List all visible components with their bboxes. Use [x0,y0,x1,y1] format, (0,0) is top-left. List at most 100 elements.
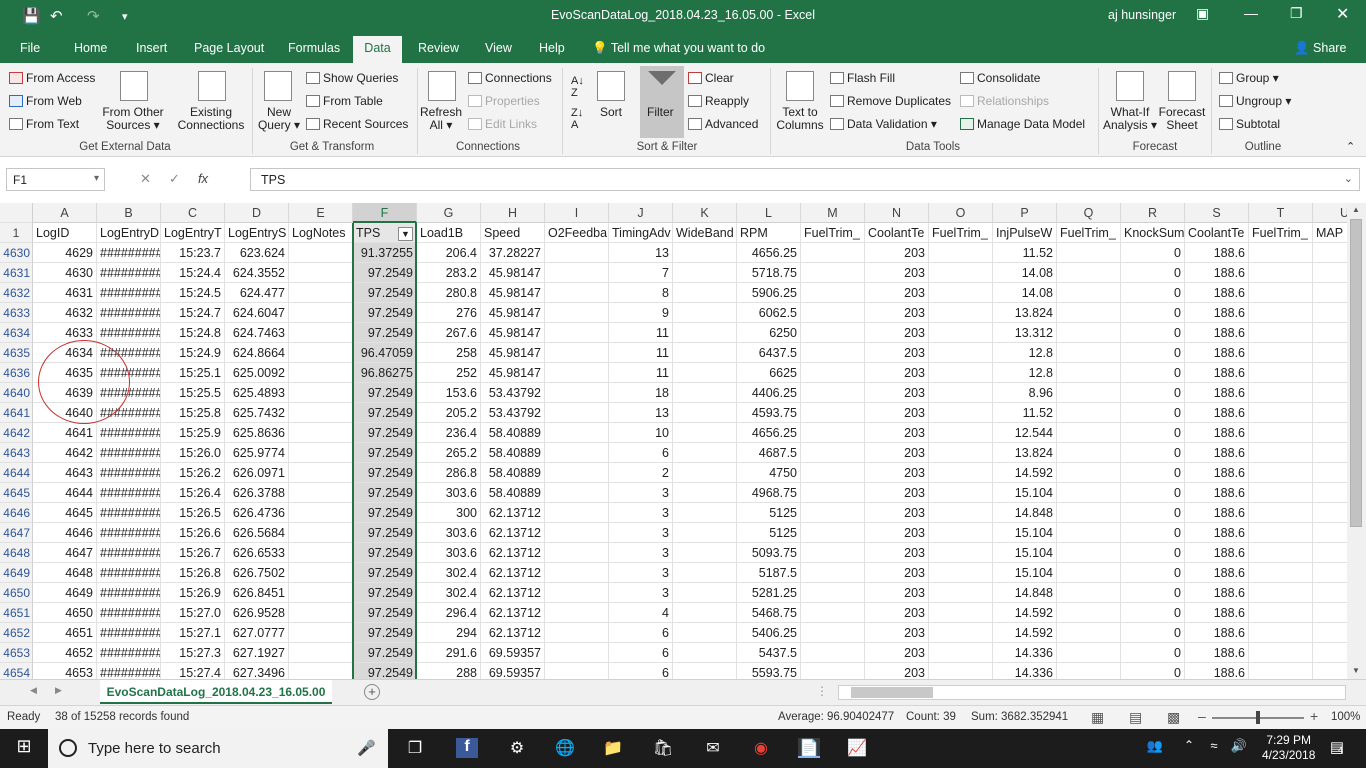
refresh-all-button[interactable]: Refresh All ▾ [420,106,462,132]
table-cell[interactable]: 45.98147 [481,263,545,283]
header-cell[interactable]: O2Feedba [545,223,609,243]
table-cell[interactable] [801,423,865,443]
header-cell[interactable]: FuelTrim_ [801,223,865,243]
filter-button[interactable]: Filter [640,66,684,138]
table-cell[interactable] [929,583,993,603]
table-cell[interactable] [545,643,609,663]
table-cell[interactable]: 5406.25 [737,623,801,643]
table-cell[interactable] [929,323,993,343]
column-header-p[interactable]: P [993,203,1057,223]
cancel-icon[interactable]: ✕ [140,171,151,186]
row-header[interactable]: 4643 [0,443,33,463]
table-cell[interactable] [1057,403,1121,423]
table-cell[interactable] [1057,483,1121,503]
table-cell[interactable]: 205.2 [417,403,481,423]
table-cell[interactable] [545,263,609,283]
edit-links-button[interactable]: Edit Links [468,118,537,131]
column-header-a[interactable]: A [33,203,97,223]
next-sheet-icon[interactable]: ▶ [55,685,62,696]
table-cell[interactable]: 626.6533 [225,543,289,563]
sheet-tab[interactable]: EvoScanDataLog_2018.04.23_16.05.00 [100,680,332,704]
table-cell[interactable] [801,383,865,403]
table-cell[interactable]: 14.592 [993,623,1057,643]
table-cell[interactable] [801,563,865,583]
table-cell[interactable]: 5906.25 [737,283,801,303]
table-cell[interactable]: ######### [97,383,161,403]
table-cell[interactable]: 4649 [33,583,97,603]
table-cell[interactable]: 188.6 [1185,603,1249,623]
tab-insert[interactable]: Insert [136,41,167,55]
table-cell[interactable]: 11 [609,363,673,383]
table-cell[interactable] [673,403,737,423]
table-cell[interactable]: 3 [609,483,673,503]
sort-button[interactable]: Sort [595,106,627,119]
taskbar-search[interactable]: Type here to search 🎤 [48,729,388,768]
table-cell[interactable] [289,643,353,663]
table-cell[interactable] [673,343,737,363]
table-cell[interactable]: 45.98147 [481,303,545,323]
table-cell[interactable] [1057,263,1121,283]
table-cell[interactable]: 5187.5 [737,563,801,583]
table-cell[interactable]: 4629 [33,243,97,263]
header-cell[interactable]: FuelTrim_ [1057,223,1121,243]
table-cell[interactable] [1313,263,1347,283]
table-cell[interactable] [289,383,353,403]
table-cell[interactable]: 15:24.4 [161,263,225,283]
table-cell[interactable] [1249,323,1313,343]
table-cell[interactable]: 4645 [33,503,97,523]
table-cell[interactable]: 13.824 [993,303,1057,323]
table-cell[interactable]: 188.6 [1185,523,1249,543]
table-cell[interactable]: 15:27.0 [161,603,225,623]
table-cell[interactable]: 267.6 [417,323,481,343]
table-cell[interactable] [929,303,993,323]
table-cell[interactable]: 4 [609,603,673,623]
table-cell[interactable]: 0 [1121,623,1185,643]
row-header[interactable]: 4642 [0,423,33,443]
table-cell[interactable]: 12.8 [993,343,1057,363]
table-cell[interactable]: 624.7463 [225,323,289,343]
table-cell[interactable]: 626.5684 [225,523,289,543]
table-cell[interactable]: ######### [97,423,161,443]
worksheet-grid[interactable]: ABCDEFGHIJKLMNOPQRSTU 1 LogID LogEntryD Log… [0,203,1347,679]
table-cell[interactable]: 97.2549 [353,503,417,523]
table-cell[interactable] [1057,323,1121,343]
column-header-b[interactable]: B [97,203,161,223]
column-header-c[interactable]: C [161,203,225,223]
normal-view-icon[interactable]: ▦ [1091,709,1104,726]
table-cell[interactable]: ######### [97,263,161,283]
table-cell[interactable]: 2 [609,463,673,483]
table-cell[interactable]: 15.104 [993,483,1057,503]
header-cell[interactable]: Speed [481,223,545,243]
table-cell[interactable]: 203 [865,243,929,263]
header-cell[interactable]: LogEntryT [161,223,225,243]
table-cell[interactable]: 97.2549 [353,523,417,543]
table-cell[interactable]: 4750 [737,463,801,483]
row-header[interactable]: 4631 [0,263,33,283]
table-cell[interactable] [1249,343,1313,363]
table-cell[interactable]: 14.08 [993,283,1057,303]
table-cell[interactable]: 58.40889 [481,443,545,463]
expand-formula-bar-icon[interactable]: ⌄ [1344,172,1353,185]
table-cell[interactable]: 203 [865,323,929,343]
page-break-view-icon[interactable]: ▩ [1167,709,1180,726]
table-cell[interactable] [1249,383,1313,403]
table-cell[interactable]: 188.6 [1185,283,1249,303]
table-cell[interactable] [545,383,609,403]
table-cell[interactable]: 0 [1121,503,1185,523]
table-cell[interactable]: 97.2549 [353,263,417,283]
table-cell[interactable]: 4642 [33,443,97,463]
table-cell[interactable] [1313,323,1347,343]
table-cell[interactable]: 6 [609,443,673,463]
row-header[interactable]: 4636 [0,363,33,383]
row-header[interactable]: 4654 [0,663,33,679]
row-header[interactable]: 4649 [0,563,33,583]
sum-status[interactable]: Sum: 3682.352941 [971,711,1068,723]
table-cell[interactable] [801,543,865,563]
table-cell[interactable] [1057,523,1121,543]
table-cell[interactable] [289,463,353,483]
row-header[interactable]: 4651 [0,603,33,623]
table-cell[interactable]: 252 [417,363,481,383]
wifi-icon[interactable]: ≈ [1203,738,1225,758]
table-cell[interactable]: 0 [1121,483,1185,503]
clear-filter-button[interactable]: Clear [688,72,734,85]
